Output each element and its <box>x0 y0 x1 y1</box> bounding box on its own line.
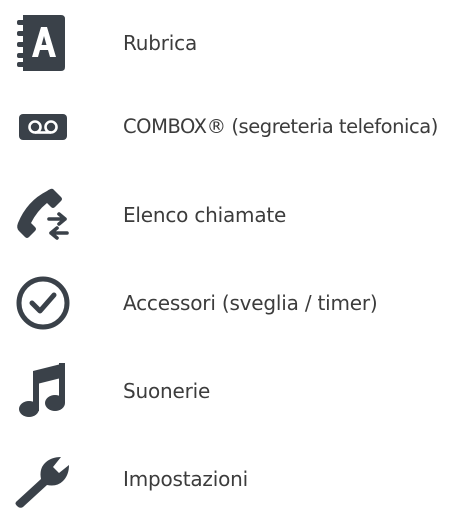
menu-item-label: COMBOX® (segreteria telefonica) <box>123 115 438 138</box>
menu-item-impostazioni[interactable]: Impostazioni <box>0 444 451 514</box>
menu-item-label: Impostazioni <box>123 467 248 491</box>
menu-item-combox[interactable]: COMBOX® (segreteria telefonica) <box>0 92 451 162</box>
menu-item-label: Elenco chiamate <box>123 203 287 227</box>
wrench-icon <box>8 447 78 511</box>
menu-item-label: Accessori (sveglia / timer) <box>123 291 378 315</box>
voicemail-icon <box>8 95 78 159</box>
menu-item-rubrica[interactable]: Rubrica <box>0 8 451 78</box>
call-log-icon <box>8 183 78 247</box>
menu-item-suonerie[interactable]: Suonerie <box>0 356 451 426</box>
menu-item-accessori[interactable]: Accessori (sveglia / timer) <box>0 268 451 338</box>
menu-item-elenco-chiamate[interactable]: Elenco chiamate <box>0 180 451 250</box>
address-book-icon <box>8 11 78 75</box>
menu-item-label: Suonerie <box>123 379 211 403</box>
music-note-icon <box>8 359 78 423</box>
menu-item-label: Rubrica <box>123 31 198 55</box>
main-menu: Rubrica COMBOX® (segreteria telefonica) … <box>0 0 451 508</box>
alarm-clock-icon <box>8 271 78 335</box>
